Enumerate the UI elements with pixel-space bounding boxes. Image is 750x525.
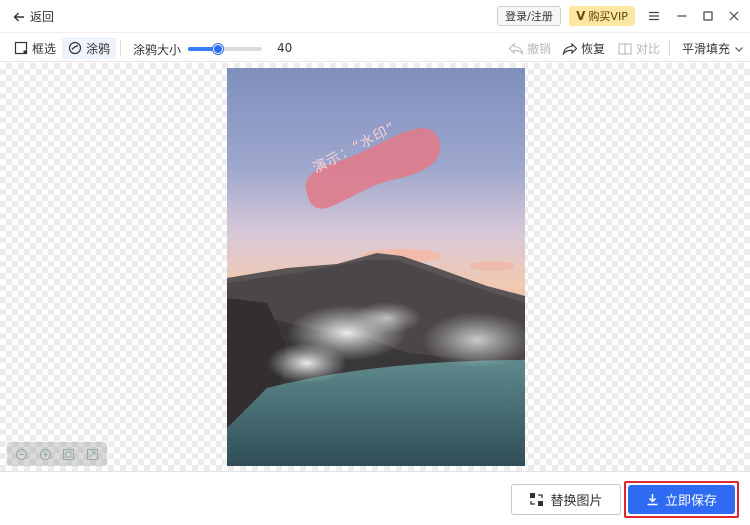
fit-screen-button[interactable]	[85, 447, 99, 461]
title-bar: 返回 登录/注册 V 购买VIP	[0, 0, 750, 32]
select-box-icon	[14, 41, 28, 55]
buy-vip-button[interactable]: V 购买VIP	[569, 6, 635, 26]
toolbar-divider	[669, 40, 670, 56]
brush-icon	[68, 41, 82, 55]
redo-label: 恢复	[581, 42, 606, 56]
brush-tool-label: 涂鸦	[86, 41, 111, 56]
zoom-in-button[interactable]	[38, 447, 52, 461]
replace-image-button[interactable]: 替换图片	[511, 484, 621, 515]
undo-button[interactable]: 撤销	[508, 40, 551, 57]
arrow-left-icon	[13, 12, 24, 21]
maximize-icon	[703, 11, 713, 21]
back-label: 返回	[30, 10, 55, 24]
toolbar-divider	[120, 40, 121, 56]
replace-image-icon	[530, 493, 544, 506]
brush-tool-button[interactable]: 涂鸦	[62, 37, 117, 59]
save-now-button[interactable]: 立即保存	[628, 485, 735, 514]
compare-icon	[618, 42, 632, 55]
action-footer: 替换图片 立即保存	[0, 471, 750, 525]
image-canvas[interactable]: 演示：“水印”	[0, 63, 750, 471]
redo-button[interactable]: 恢复	[562, 40, 605, 57]
fit-screen-icon	[86, 448, 98, 460]
undo-label: 撤销	[527, 42, 552, 56]
download-icon	[647, 494, 658, 506]
login-register-button[interactable]: 登录/注册	[497, 6, 561, 26]
edit-toolbar: 框选 涂鸦 涂鸦大小 40 撤销 恢复 对比 平滑填充	[0, 32, 750, 62]
compare-label: 对比	[636, 42, 661, 56]
actual-size-icon	[63, 448, 75, 460]
minimize-button[interactable]	[672, 6, 692, 26]
close-button[interactable]	[724, 6, 744, 26]
vip-icon: V	[576, 9, 586, 23]
back-button[interactable]: 返回	[12, 8, 54, 25]
brush-size-label: 涂鸦大小	[133, 43, 182, 57]
hamburger-menu-icon	[649, 11, 659, 21]
edited-photo[interactable]: 演示：“水印”	[227, 68, 525, 466]
zoom-controls	[7, 442, 107, 466]
replace-image-label: 替换图片	[550, 494, 603, 509]
redo-icon	[562, 42, 578, 56]
compare-button[interactable]: 对比	[617, 40, 660, 57]
app-window: 返回 登录/注册 V 购买VIP 框选 涂鸦 涂鸦大小 40 撤销 恢复 对比 …	[0, 0, 750, 525]
select-tool-button[interactable]: 框选	[8, 37, 62, 59]
fill-mode-label: 平滑填充	[682, 42, 731, 56]
maximize-button[interactable]	[698, 6, 718, 26]
actual-size-button[interactable]	[62, 447, 76, 461]
fill-mode-dropdown[interactable]: 平滑填充	[682, 40, 744, 57]
chevron-down-icon	[735, 46, 743, 52]
minimize-icon	[677, 15, 687, 17]
brush-size-value: 40	[277, 41, 293, 55]
zoom-in-icon	[39, 448, 51, 460]
undo-icon	[508, 42, 524, 56]
zoom-out-icon	[16, 448, 28, 460]
vip-label: 购买VIP	[588, 10, 628, 23]
close-icon	[729, 11, 739, 21]
zoom-out-button[interactable]	[15, 447, 29, 461]
save-now-label: 立即保存	[664, 494, 717, 509]
brush-size-handle[interactable]	[212, 44, 223, 54]
menu-button[interactable]	[644, 6, 664, 26]
select-tool-label: 框选	[32, 41, 57, 56]
brush-size-slider[interactable]	[188, 44, 262, 54]
